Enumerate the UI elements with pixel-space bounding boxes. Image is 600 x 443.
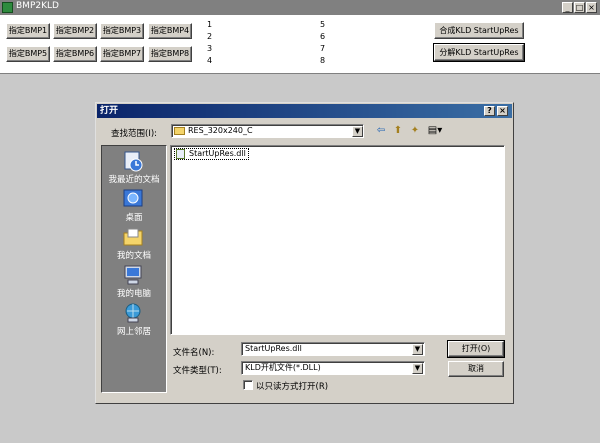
bmp5-path-label: 5 <box>320 20 326 29</box>
bmp3-path-label: 3 <box>207 44 213 53</box>
chevron-down-icon[interactable]: ▼ <box>352 126 363 137</box>
split-kld-button[interactable]: 分解KLD StartUpRes <box>433 43 525 62</box>
my-documents-icon[interactable] <box>122 226 144 248</box>
bmp6-path-label: 6 <box>320 32 326 41</box>
place-label-my-computer[interactable]: 我的电脑 <box>101 287 167 299</box>
dialog-help-button[interactable]: ? <box>484 106 495 116</box>
dialog-title: 打开 <box>100 106 119 116</box>
dialog-close-button[interactable]: × <box>497 106 508 116</box>
close-button[interactable]: × <box>586 2 597 13</box>
open-button[interactable]: 打开(O) <box>447 340 505 358</box>
select-bmp7-button[interactable]: 指定BMP7 <box>100 46 144 62</box>
look-in-combo[interactable]: RES_320x240_C <box>171 124 364 138</box>
new-folder-icon[interactable]: ✦ <box>408 125 422 137</box>
filetype-value: KLD开机文件(*.DLL) <box>245 363 321 372</box>
bmp4-path-label: 4 <box>207 56 213 65</box>
dialog-titlebar[interactable] <box>97 104 512 118</box>
app-titlebar[interactable] <box>0 0 600 15</box>
compose-kld-button[interactable]: 合成KLD StartUpRes <box>434 22 524 39</box>
select-bmp4-button[interactable]: 指定BMP4 <box>148 23 192 39</box>
filename-value: StartUpRes.dll <box>245 344 302 353</box>
place-label-desktop[interactable]: 桌面 <box>101 211 167 223</box>
recent-documents-icon[interactable] <box>122 150 144 172</box>
look-in-value: RES_320x240_C <box>188 126 253 135</box>
list-item[interactable]: StartUpRes.dll <box>174 148 249 160</box>
folder-icon <box>174 127 185 135</box>
readonly-label[interactable]: 以只读方式打开(R) <box>256 380 328 392</box>
file-list[interactable] <box>170 145 505 335</box>
minimize-button[interactable]: _ <box>562 2 573 13</box>
cancel-button[interactable]: 取消 <box>448 361 504 377</box>
chevron-down-icon[interactable]: ▼ <box>412 344 423 355</box>
filename-label: 文件名(N): <box>173 348 215 358</box>
bmp1-path-label: 1 <box>207 20 213 29</box>
select-bmp2-button[interactable]: 指定BMP2 <box>53 23 97 39</box>
view-menu-icon[interactable]: ▤▾ <box>425 125 445 137</box>
network-icon[interactable] <box>122 302 144 324</box>
up-folder-icon[interactable]: ⬆ <box>391 125 405 137</box>
bmp8-path-label: 8 <box>320 56 326 65</box>
maximize-button[interactable]: □ <box>574 2 585 13</box>
select-bmp1-button[interactable]: 指定BMP1 <box>6 23 50 39</box>
filetype-select[interactable]: KLD开机文件(*.DLL) <box>241 361 425 375</box>
place-label-my-documents[interactable]: 我的文档 <box>101 249 167 261</box>
desktop-icon[interactable] <box>122 188 144 210</box>
my-computer-icon[interactable] <box>122 264 144 286</box>
app-title: BMP2KLD <box>16 1 59 11</box>
back-arrow-icon[interactable]: ⇦ <box>374 125 388 137</box>
readonly-checkbox[interactable] <box>243 380 253 390</box>
select-bmp5-button[interactable]: 指定BMP5 <box>6 46 50 62</box>
select-bmp6-button[interactable]: 指定BMP6 <box>53 46 97 62</box>
filetype-label: 文件类型(T): <box>173 366 222 376</box>
select-bmp8-button[interactable]: 指定BMP8 <box>148 46 192 62</box>
app-icon <box>2 2 13 13</box>
file-name: StartUpRes.dll <box>189 149 246 158</box>
chevron-down-icon[interactable]: ▼ <box>412 363 423 374</box>
place-label-network[interactable]: 网上邻居 <box>101 325 167 337</box>
filename-input[interactable]: StartUpRes.dll <box>241 342 425 356</box>
dll-file-icon <box>176 149 185 159</box>
bmp7-path-label: 7 <box>320 44 326 53</box>
bmp2-path-label: 2 <box>207 32 213 41</box>
select-bmp3-button[interactable]: 指定BMP3 <box>100 23 144 39</box>
look-in-label: 查找范围(I): <box>111 129 158 139</box>
place-label-recent[interactable]: 我最近的文档 <box>101 173 167 185</box>
